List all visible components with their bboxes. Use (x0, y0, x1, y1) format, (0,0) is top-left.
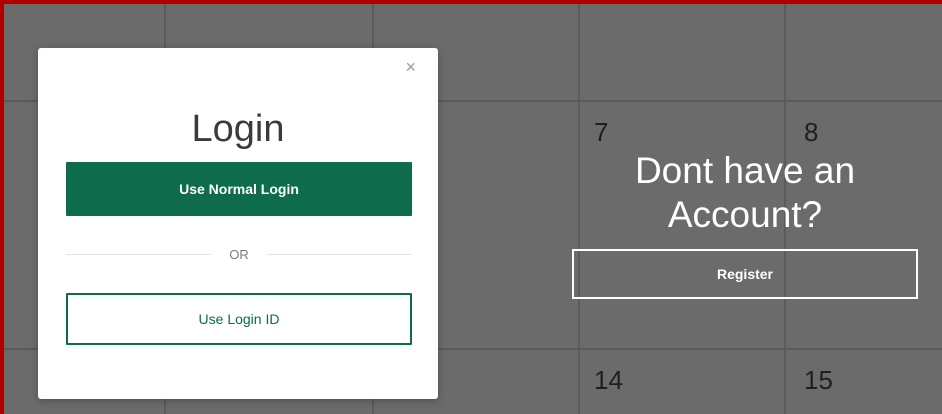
login-modal: × Login Use Normal Login OR Use Login ID (38, 48, 438, 399)
divider-line (66, 253, 212, 255)
calendar-day-7: 7 (594, 117, 609, 147)
register-promo: Dont have an Account? Register (572, 149, 918, 299)
register-prompt-title: Dont have an Account? (634, 150, 856, 235)
login-title: Login (191, 108, 285, 150)
or-divider: OR (66, 245, 412, 263)
use-login-id-button[interactable]: Use Login ID (66, 293, 412, 345)
close-icon[interactable]: × (405, 58, 416, 76)
or-text: OR (229, 246, 249, 262)
calendar-background: 7 8 14 15 Dont have an Account? Register… (0, 0, 942, 414)
divider-line (266, 253, 412, 255)
calendar-day-14: 14 (594, 365, 623, 395)
calendar-day-8: 8 (804, 117, 819, 147)
register-button[interactable]: Register (572, 249, 918, 299)
use-normal-login-button[interactable]: Use Normal Login (66, 162, 412, 216)
calendar-day-15: 15 (804, 365, 833, 395)
